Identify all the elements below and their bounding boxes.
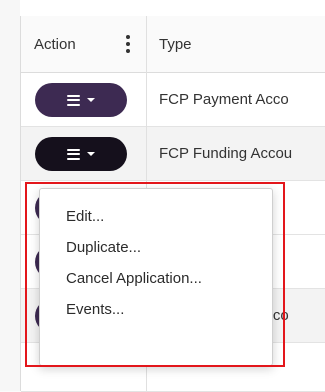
column-header-type[interactable]: Type — [159, 16, 192, 72]
hamburger-menu-icon — [67, 94, 80, 106]
menu-item-edit[interactable]: Edit... — [66, 201, 104, 231]
kebab-menu-icon[interactable] — [125, 35, 131, 53]
top-strip — [20, 0, 325, 17]
table-row[interactable]: FCP Payment Acco — [21, 73, 325, 127]
table-row[interactable]: FCP Funding Accou — [21, 127, 325, 181]
menu-item-duplicate[interactable]: Duplicate... — [66, 232, 141, 262]
type-cell: FCP Payment Acco — [159, 91, 289, 108]
caret-down-icon — [87, 98, 95, 102]
table-header: Action Type — [21, 16, 325, 73]
menu-item-cancel-application[interactable]: Cancel Application... — [66, 263, 202, 293]
row-action-button-active[interactable] — [35, 137, 127, 171]
hamburger-menu-icon — [67, 148, 80, 160]
caret-down-icon — [87, 152, 95, 156]
row-action-button[interactable] — [35, 83, 127, 117]
app-frame: Action Type FCP Payment Acco FCP Funding… — [0, 0, 325, 392]
menu-item-events[interactable]: Events... — [66, 294, 124, 324]
left-gutter — [0, 0, 21, 391]
type-cell: FCP Funding Accou — [159, 145, 293, 162]
row-action-menu: Edit... Duplicate... Cancel Application.… — [39, 188, 273, 366]
column-header-action[interactable]: Action — [34, 16, 124, 72]
